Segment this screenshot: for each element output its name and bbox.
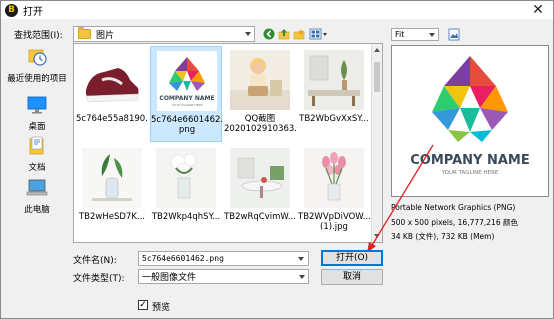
preview-checkbox-label: 预览 — [152, 303, 171, 313]
lookin-combobox[interactable]: 图片 — [73, 26, 255, 42]
place-recent[interactable]: 最近使用的项目 — [4, 45, 70, 84]
preview-logo-title: COMPANY NAME — [410, 153, 530, 168]
image-preview-pane: COMPANY NAME YOUR TAGLINE HERE — [391, 45, 549, 197]
place-desktop-label: 桌面 — [28, 122, 46, 132]
chevron-down-icon — [299, 274, 305, 279]
place-this-pc-label: 此电脑 — [24, 205, 50, 215]
scroll-up-icon[interactable] — [374, 48, 380, 52]
file-name: TB2WVpDiVOW... (1).jpg — [298, 212, 370, 232]
thumb-logo-tagline: YOUR TAGLINE HERE — [172, 103, 203, 107]
chevron-down-icon — [429, 33, 435, 37]
file-thumbnail: COMPANY NAME YOUR TAGLINE HERE — [157, 51, 217, 111]
close-button[interactable]: ✕ — [527, 2, 549, 18]
folder-icon — [78, 27, 91, 39]
file-item-selected[interactable]: COMPANY NAME YOUR TAGLINE HERE 5c764e660… — [150, 46, 223, 142]
image-format-info: Portable Network Graphics (PNG) — [391, 203, 516, 212]
new-folder-icon[interactable] — [293, 28, 305, 40]
view-menu-icon[interactable] — [309, 28, 329, 40]
places-bar: 最近使用的项目 桌面 文档 此电脑 — [4, 41, 70, 223]
thumb-logo-title: COMPANY NAME — [159, 95, 214, 102]
recent-items-icon — [28, 49, 47, 66]
chevron-down-icon — [298, 257, 304, 261]
place-documents-label: 文档 — [28, 163, 46, 173]
file-name: 5c764e55a8190... — [76, 114, 148, 124]
file-name: 5c764e6601462. png — [151, 115, 223, 135]
file-name: TB2wRqCvimW... — [224, 212, 296, 222]
documents-icon — [29, 136, 44, 155]
filename-label: 文件名(N): — [73, 256, 117, 266]
file-name: TB2wHeSD7K... — [78, 212, 146, 222]
file-item[interactable]: TB2WbGvXxSY... — [298, 46, 370, 142]
file-thumbnail — [82, 148, 142, 208]
chevron-down-icon — [245, 32, 251, 36]
scroll-thumb[interactable] — [374, 62, 380, 92]
file-list-scrollbar[interactable] — [371, 44, 382, 242]
file-item[interactable]: TB2WVpDiVOW... (1).jpg — [298, 144, 370, 240]
back-icon[interactable] — [263, 28, 275, 40]
image-size-info: 34 KB (文件), 732 KB (Mem) — [391, 232, 495, 241]
open-file-dialog: 打开 ✕ 查找范围(I): 图片 最近使 — [0, 0, 554, 319]
file-thumbnail — [304, 50, 364, 110]
preview-checkbox[interactable]: ✓ — [138, 300, 148, 310]
filetype-value: 一般图像文件 — [142, 273, 197, 283]
cancel-button[interactable]: 取消 — [321, 269, 383, 285]
filename-value: 5c764e6601462.png — [142, 254, 224, 263]
file-item[interactable]: 5c764e55a8190... — [76, 46, 148, 142]
file-thumbnail — [82, 50, 142, 110]
file-name: TB2WbGvXxSY... — [299, 114, 369, 124]
file-thumbnail — [230, 50, 290, 110]
file-item[interactable]: QQ截图 2020102910363... — [224, 46, 296, 142]
title-bar: 打开 ✕ — [1, 1, 553, 19]
lookin-value: 图片 — [96, 30, 115, 41]
place-documents[interactable]: 文档 — [4, 136, 70, 173]
file-item[interactable]: TB2wRqCvimW... — [224, 144, 296, 240]
file-name: QQ截图 2020102910363... — [224, 114, 296, 134]
lookin-label: 查找范围(I): — [14, 31, 63, 41]
filename-field[interactable]: 5c764e6601462.png — [138, 251, 309, 266]
zoom-value: Fit — [395, 30, 405, 39]
file-list[interactable]: 5c764e55a8190... COMPANY NAME YOUR TAGLI… — [73, 43, 383, 243]
dialog-title: 打开 — [23, 6, 43, 18]
app-logo-icon — [5, 3, 18, 17]
scroll-down-icon[interactable] — [374, 234, 380, 238]
image-dimensions-info: 500 x 500 pixels, 16,777,216 颜色 — [391, 218, 518, 227]
filetype-label: 文件类型(T): — [73, 274, 125, 284]
this-pc-icon — [26, 179, 48, 196]
zoom-select[interactable]: Fit — [391, 28, 439, 41]
place-recent-label: 最近使用的项目 — [7, 74, 67, 84]
place-this-pc[interactable]: 此电脑 — [4, 178, 70, 215]
file-item[interactable]: TB2wHeSD7K... — [76, 144, 148, 240]
place-desktop[interactable]: 桌面 — [4, 95, 70, 132]
image-preview-icon[interactable] — [448, 28, 460, 41]
file-item[interactable]: TB2Wkp4qhSY... — [150, 144, 222, 240]
open-button[interactable]: 打开(O) — [321, 250, 383, 266]
up-folder-icon[interactable] — [278, 28, 290, 40]
file-thumbnail — [230, 148, 290, 208]
filetype-select[interactable]: 一般图像文件 — [138, 269, 309, 284]
desktop-icon — [27, 96, 47, 114]
preview-logo-tagline: YOUR TAGLINE HERE — [441, 170, 499, 176]
file-name: TB2Wkp4qhSY... — [151, 212, 221, 222]
file-thumbnail — [156, 148, 216, 208]
file-thumbnail — [304, 148, 364, 208]
